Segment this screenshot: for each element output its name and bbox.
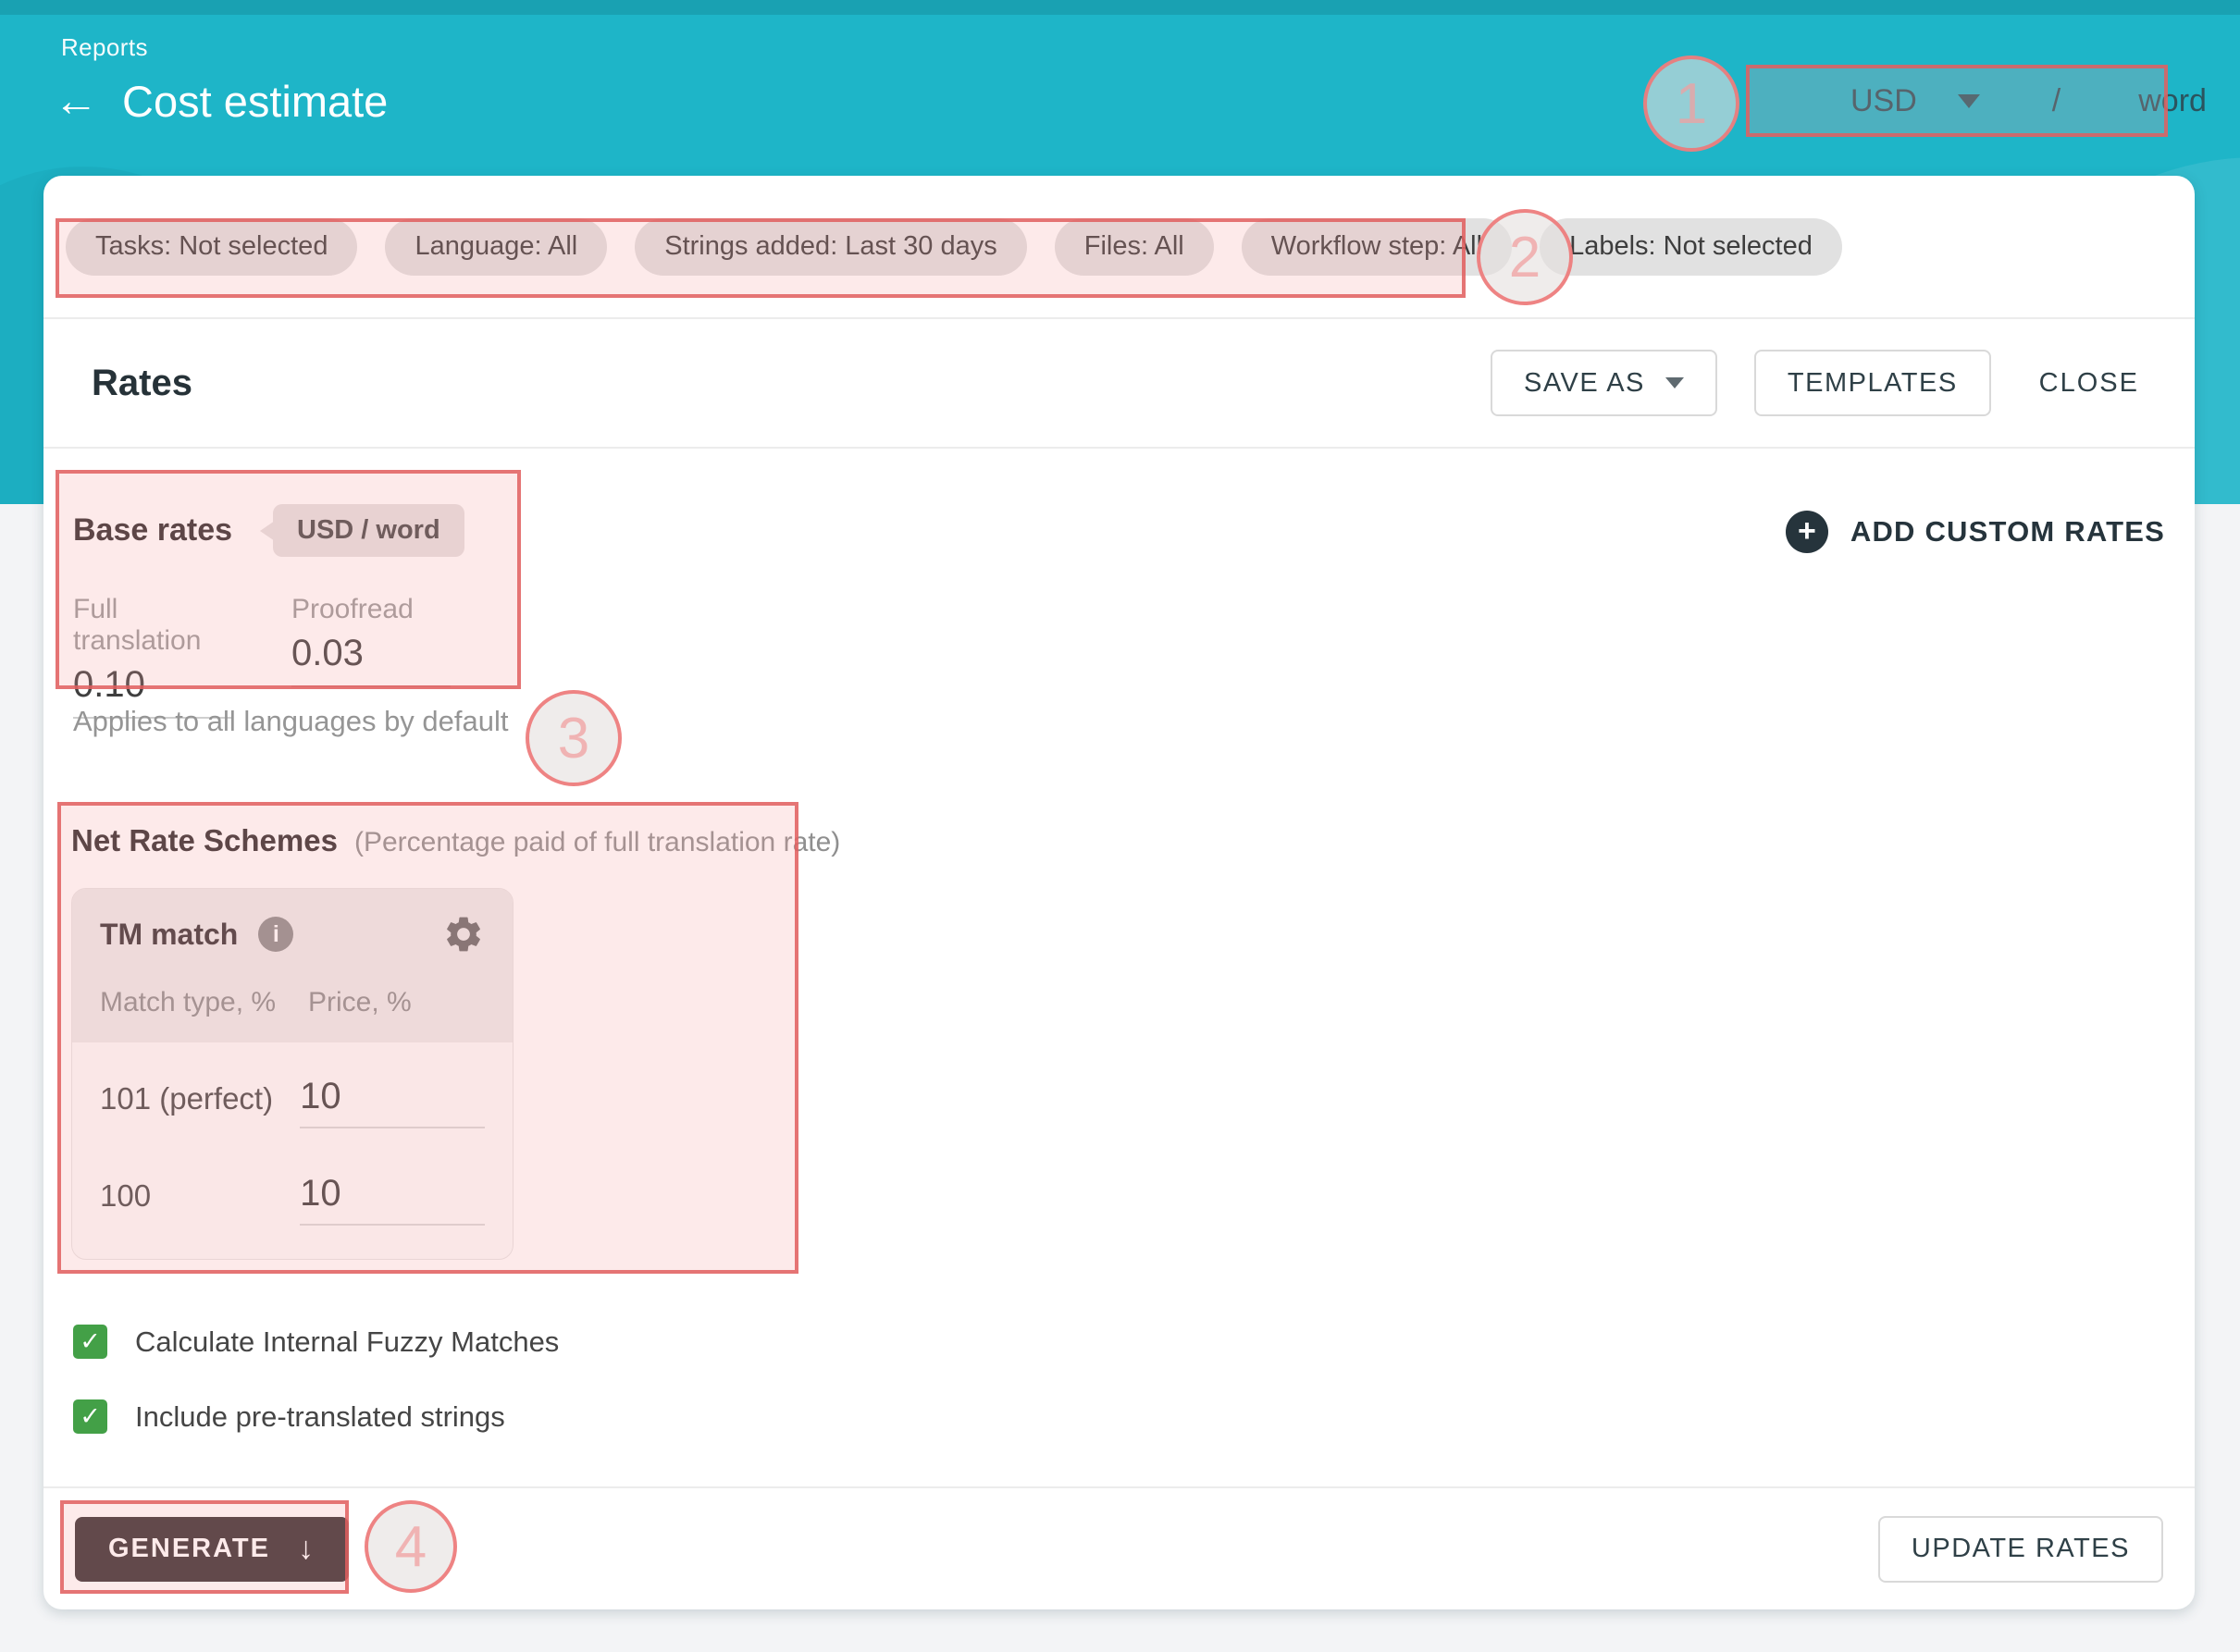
unit-value: word <box>2138 83 2207 119</box>
base-rates-unit-chip: USD / word <box>273 504 464 557</box>
unit-select[interactable]: word <box>2138 83 2240 119</box>
checkbox-checked-icon[interactable]: ✓ <box>73 1325 107 1359</box>
rates-title: Rates <box>75 363 192 404</box>
price-input[interactable]: 10 <box>300 1076 485 1128</box>
filter-chip-labels[interactable]: Labels: Not selected <box>1540 218 1842 276</box>
generate-button[interactable]: GENERATE ↓ <box>75 1517 349 1582</box>
back-arrow-icon[interactable]: ← <box>54 80 98 124</box>
pre-translated-label: Include pre-translated strings <box>135 1400 505 1434</box>
table-row: 101 (perfect) 10 <box>100 1076 485 1128</box>
net-rate-schemes-title: Net Rate Schemes <box>71 823 338 858</box>
base-rates-section: Base rates USD / word Full translation 0… <box>73 504 464 719</box>
full-translation-label: Full translation <box>73 594 232 657</box>
currency-unit-bar: USD / word <box>1762 70 2154 131</box>
filter-chip-strings-added[interactable]: Strings added: Last 30 days <box>635 218 1027 276</box>
templates-button[interactable]: TEMPLATES <box>1754 350 1991 416</box>
filter-chip-workflow-step[interactable]: Workflow step: All <box>1242 218 1512 276</box>
page-title: Cost estimate <box>122 76 388 128</box>
currency-value: USD <box>1850 83 1917 119</box>
cost-estimate-card: Tasks: Not selected Language: All String… <box>43 176 2195 1609</box>
templates-label: TEMPLATES <box>1788 368 1958 399</box>
generate-label: GENERATE <box>108 1534 270 1564</box>
tm-match-title: TM match <box>100 918 238 952</box>
filter-chips-row: Tasks: Not selected Language: All String… <box>43 176 2195 319</box>
close-button[interactable]: CLOSE <box>2028 368 2150 399</box>
unit-separator: / <box>2052 83 2061 119</box>
filter-chip-files[interactable]: Files: All <box>1055 218 1214 276</box>
gear-icon[interactable] <box>442 913 485 955</box>
chevron-down-icon <box>1958 94 1980 108</box>
filter-chip-tasks[interactable]: Tasks: Not selected <box>66 218 357 276</box>
rates-header-row: Rates SAVE AS TEMPLATES CLOSE <box>43 319 2195 449</box>
match-type-value: 100 <box>100 1173 300 1214</box>
top-strip <box>0 0 2240 15</box>
tm-match-card: TM match i Match type, % Price, % 101 (p… <box>71 888 514 1260</box>
net-rate-schemes-subtitle: (Percentage paid of full translation rat… <box>354 827 840 858</box>
base-rates-note: Applies to all languages by default <box>73 705 509 738</box>
plus-icon: + <box>1786 511 1828 553</box>
add-custom-rates-button[interactable]: + ADD CUSTOM RATES <box>1786 511 2165 553</box>
options-section: ✓ Calculate Internal Fuzzy Matches ✓ Inc… <box>73 1325 559 1434</box>
currency-select[interactable]: USD <box>1850 83 1980 119</box>
update-rates-label: UPDATE RATES <box>1912 1534 2130 1564</box>
chevron-down-icon <box>1665 377 1684 388</box>
proofread-label: Proofread <box>291 594 451 625</box>
tm-match-header: TM match i Match type, % Price, % <box>72 889 513 1042</box>
price-column-header: Price, % <box>308 987 412 1018</box>
pre-translated-checkbox-row[interactable]: ✓ Include pre-translated strings <box>73 1399 559 1434</box>
add-custom-rates-label: ADD CUSTOM RATES <box>1850 515 2165 549</box>
rates-actions: SAVE AS TEMPLATES CLOSE <box>1491 350 2163 416</box>
tm-match-body: 101 (perfect) 10 100 10 <box>72 1042 513 1259</box>
filter-chip-language[interactable]: Language: All <box>385 218 607 276</box>
info-icon[interactable]: i <box>258 917 293 952</box>
update-rates-button[interactable]: UPDATE RATES <box>1878 1516 2163 1583</box>
match-type-value: 101 (perfect) <box>100 1076 300 1116</box>
save-as-button[interactable]: SAVE AS <box>1491 350 1717 416</box>
fuzzy-matches-label: Calculate Internal Fuzzy Matches <box>135 1325 559 1359</box>
table-row: 100 10 <box>100 1173 485 1226</box>
arrow-down-icon: ↓ <box>298 1531 316 1567</box>
full-translation-field: Full translation 0.10 <box>73 594 232 719</box>
price-input[interactable]: 10 <box>300 1173 485 1226</box>
breadcrumb[interactable]: Reports <box>61 33 148 62</box>
checkbox-checked-icon[interactable]: ✓ <box>73 1399 107 1434</box>
card-footer: GENERATE ↓ UPDATE RATES <box>43 1486 2195 1609</box>
match-type-column-header: Match type, % <box>100 987 308 1018</box>
net-rate-schemes-section: Net Rate Schemes (Percentage paid of ful… <box>71 823 904 1260</box>
base-rates-title: Base rates <box>73 512 232 549</box>
page-title-row: ← Cost estimate <box>54 76 388 128</box>
proofread-input[interactable]: 0.03 <box>291 633 451 687</box>
proofread-field: Proofread 0.03 <box>291 594 451 719</box>
fuzzy-matches-checkbox-row[interactable]: ✓ Calculate Internal Fuzzy Matches <box>73 1325 559 1359</box>
save-as-label: SAVE AS <box>1524 368 1645 399</box>
